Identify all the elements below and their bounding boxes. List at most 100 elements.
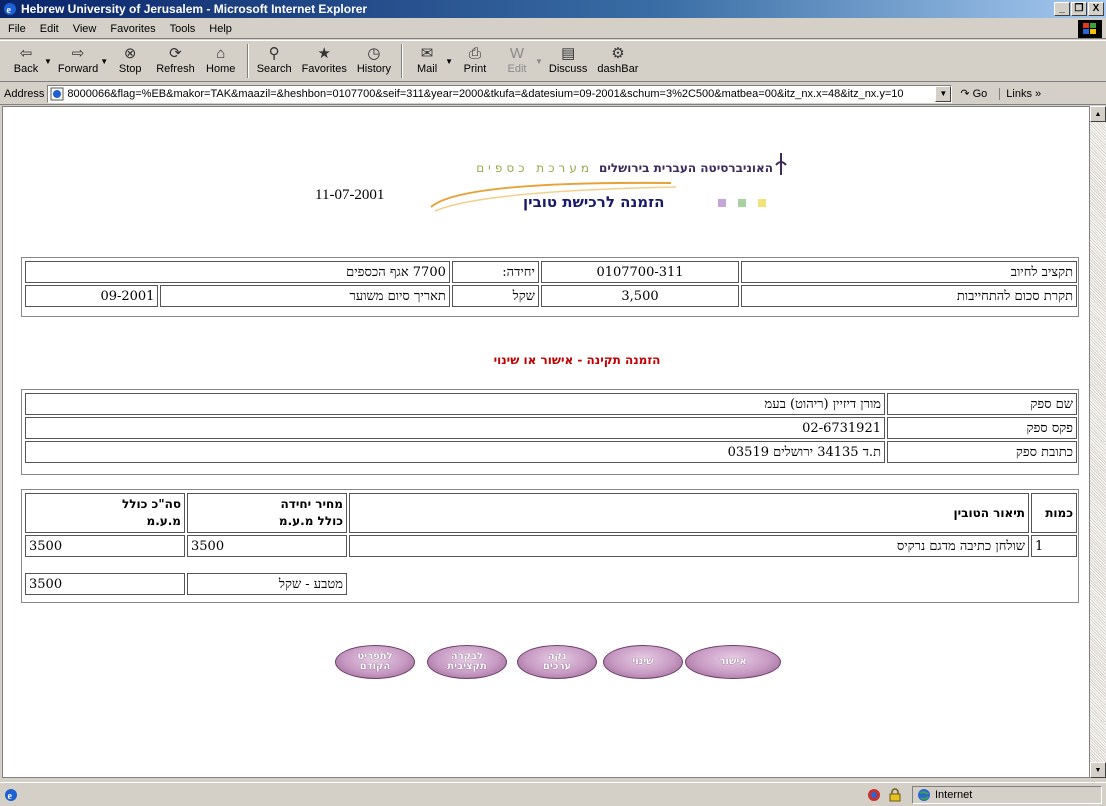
budget-value: 0107700-311 [540,261,740,283]
item-qty: 1 [1031,535,1077,557]
refresh-icon: ⟳ [169,45,182,62]
windows-logo-icon [1078,20,1102,38]
search-icon: ⚲ [268,45,280,62]
minimize-button[interactable]: _ [1054,2,1070,16]
back-button[interactable]: ⇦ Back [10,41,42,75]
history-button[interactable]: ◷ History [357,41,391,75]
scroll-up-icon[interactable]: ▲ [1090,106,1106,122]
edit-button[interactable]: W Edit [501,41,533,76]
discuss-icon: ▤ [561,45,576,62]
supplier-address-label: כתובת ספק [887,441,1077,463]
budget-check-button[interactable]: לבקרה תקציבית [427,645,507,679]
form-title: הזמנה לרכישת טובין [523,193,665,211]
supplier-table: שם ספק מורן דיזיין (ריהוט) בעמ פקס ספק 0… [23,391,1079,465]
lock-icon [889,788,901,802]
dashbar-button[interactable]: ⚙ dashBar [597,41,638,75]
go-button[interactable]: ↷ Go [960,87,987,101]
total-header: סה"כ כולל מ.ע.מ [25,493,185,533]
menu-help[interactable]: Help [209,23,232,35]
table-row: מטבע - שקל 3500 [25,573,1077,595]
university-name: האוניברסיטה העברית בירושלים [598,161,773,175]
page-icon [50,87,64,100]
edit-icon: W [509,44,525,62]
desc-header: תיאור הטובין [349,493,1029,533]
refresh-button[interactable]: ⟳ Refresh [156,41,195,75]
search-button[interactable]: ⚲ Search [257,41,292,75]
toolbar-separator [246,44,249,78]
stop-button[interactable]: ⊗ Stop [114,41,146,75]
edit-dropdown-icon[interactable]: ▼ [535,57,543,66]
favorites-icon: ★ [317,45,331,62]
logo-square [758,199,766,207]
security-zone: Internet [912,786,1102,804]
print-button[interactable]: ⎙ Print [459,41,491,76]
table-row: שם ספק מורן דיזיין (ריהוט) בעמ [25,393,1077,415]
favorites-button[interactable]: ★ Favorites [302,41,347,75]
history-icon: ◷ [367,45,381,62]
forward-arrow-icon: ⇨ [71,45,85,62]
change-button[interactable]: שינוי [603,645,683,679]
table-header-row: כמות תיאור הטובין מחיר יחידה כולל מ.ע.מ … [25,493,1077,533]
status-bar: e Internet [0,782,1106,806]
supplier-fax-label: פקס ספק [887,417,1077,439]
security-icon [868,789,880,801]
menu-tools[interactable]: Tools [170,23,196,35]
address-label: Address [4,87,45,100]
internet-globe-icon [918,789,930,801]
links-button[interactable]: Links » [999,87,1041,100]
discuss-button[interactable]: ▤ Discuss [549,41,588,75]
clear-values-button[interactable]: נקה ערכים [517,645,597,679]
currency-spacer [349,573,1077,595]
forward-dropdown-icon[interactable]: ▼ [100,57,108,66]
mail-button[interactable]: ✉ Mail [411,41,443,75]
grand-total: 3500 [25,573,185,595]
address-url: 8000066&flag=%EB&makor=TAK&maazil=&heshb… [67,87,904,100]
document-date: 11-07-2001 [315,187,385,203]
page-content: 11-07-2001 האוניברסיטה העברית בירושלים מע… [2,106,1090,778]
currency-value: שקל [451,285,539,307]
home-icon: ⌂ [216,44,226,62]
mail-icon: ✉ [420,45,434,62]
menu-edit[interactable]: Edit [40,23,59,35]
table-row: פקס ספק 02-6731921 [25,417,1077,439]
logo-square [718,199,726,207]
supplier-address-value: ת.ד 34135 ירושלים 03519 [25,441,885,463]
end-date-label: תאריך סיום משוער [160,285,450,307]
back-dropdown-icon[interactable]: ▼ [44,57,52,66]
home-button[interactable]: ⌂ Home [205,41,237,76]
table-row: תקציב לחיוב 0107700-311 יחידה: 7700 אגף … [25,261,1077,283]
item-description: שולחן כתיבה מדגם נרקיס [349,535,1029,557]
page-status-icon: e [5,788,17,802]
status-icons [866,786,902,804]
menu-view[interactable]: View [73,23,97,35]
vertical-scrollbar[interactable]: ▲ ▼ [1090,106,1106,778]
menu-favorites[interactable]: Favorites [110,23,155,35]
logo-text: האוניברסיטה העברית בירושלים מערכת כספים [476,161,773,175]
currency-table: מטבע - שקל 3500 [23,571,1079,597]
dashbar-icon: ⚙ [611,45,625,62]
menu-bar: File Edit View Favorites Tools Help [0,19,1106,39]
budget-label: תקציב לחיוב [741,261,1077,283]
forward-button[interactable]: ⇨ Forward [58,41,98,75]
supplier-name-value: מורן דיזיין (ריהוט) בעמ [25,393,885,415]
mail-dropdown-icon[interactable]: ▼ [445,57,453,66]
division-name: מערכת כספים [476,161,593,175]
back-arrow-icon: ⇦ [19,45,33,62]
university-logo: האוניברסיטה העברית בירושלים מערכת כספים ה… [403,147,793,237]
address-dropdown-icon[interactable]: ▼ [935,85,952,102]
end-date-value: 09-2001 [25,285,159,307]
standard-toolbar: ⇦ Back ▼ ⇨ Forward ▼ ⊗ Stop ⟳ Refresh ⌂ Home … [0,40,1106,82]
svg-text:e: e [7,5,12,16]
address-input[interactable]: 8000066&flag=%EB&makor=TAK&maazil=&heshb… [47,84,953,103]
security-zone-label: Internet [935,789,973,801]
scroll-down-icon[interactable]: ▼ [1090,762,1106,778]
menu-file[interactable]: File [8,23,26,35]
window-title: Hebrew University of Jerusalem - Microso… [21,2,368,16]
close-button[interactable]: X [1088,2,1104,16]
supplier-name-label: שם ספק [887,393,1077,415]
approve-button[interactable]: אישור [685,645,781,679]
maximize-button[interactable]: ❐ [1071,2,1087,16]
cap-label: תקרת סכום להתחייבות [741,285,1077,307]
prev-menu-button[interactable]: לתפריט הקודם [335,645,415,679]
item-unit-price: 3500 [187,535,347,557]
